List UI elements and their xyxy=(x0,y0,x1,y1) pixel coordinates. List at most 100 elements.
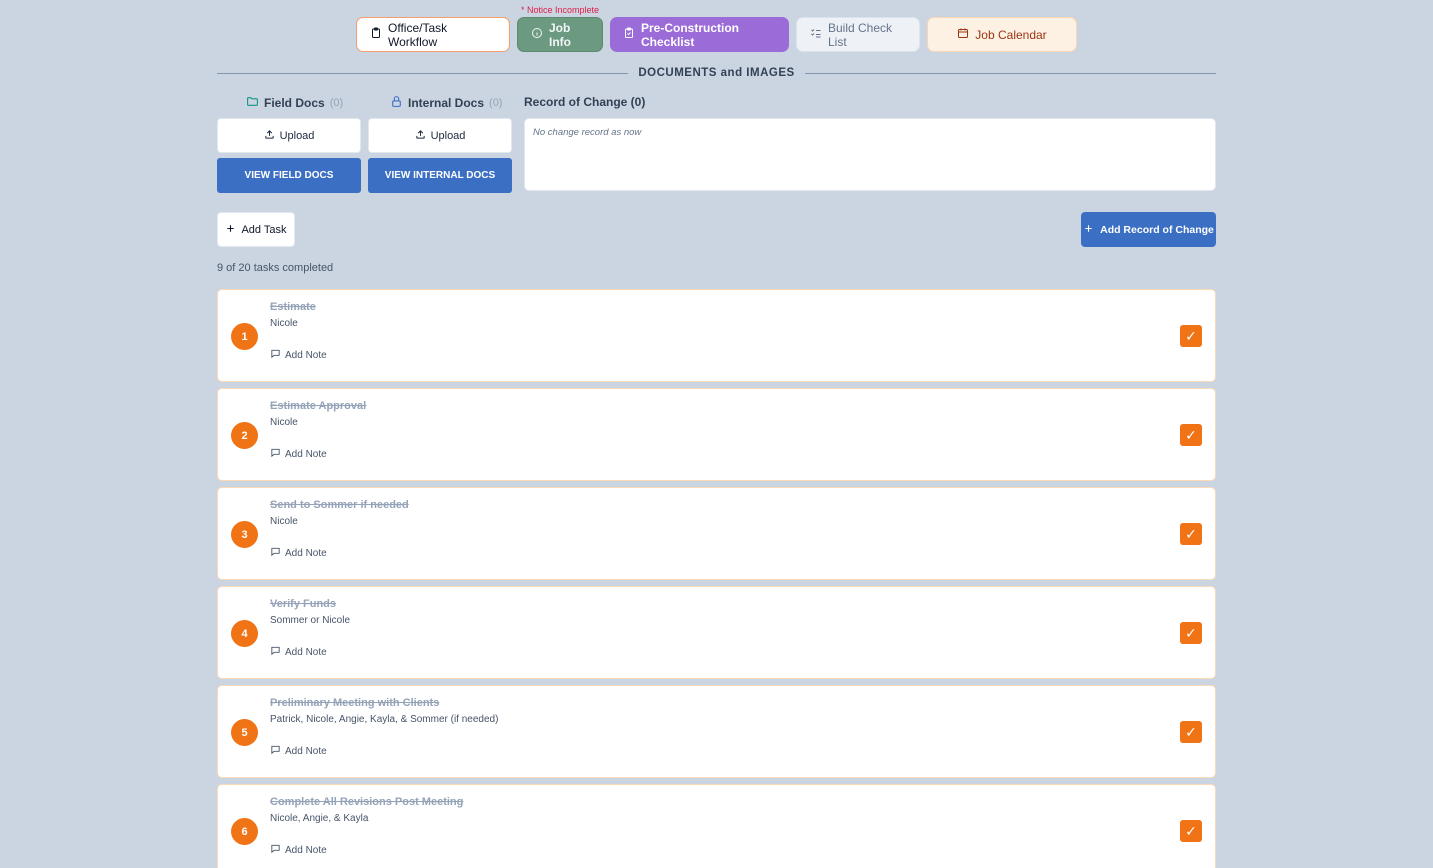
divider-line xyxy=(217,72,629,74)
section-title: DOCUMENTS and IMAGES xyxy=(638,67,795,79)
add-note-button[interactable]: Add Note xyxy=(270,447,327,461)
task-assignee: Nicole xyxy=(270,516,298,527)
add-note-label: Add Note xyxy=(285,844,327,856)
upload-icon xyxy=(415,129,426,143)
field-docs-label: Field Docs xyxy=(264,96,325,110)
tab-job-calendar[interactable]: Job Calendar xyxy=(927,17,1077,52)
comment-icon xyxy=(270,546,281,560)
tab-build-check-list[interactable]: Build Check List xyxy=(796,17,920,52)
task-complete-checkbox[interactable]: ✓ xyxy=(1180,820,1202,842)
field-docs-upload-button[interactable]: Upload xyxy=(217,118,361,153)
task-card: 2 Estimate Approval Nicole Add Note ✓ xyxy=(217,388,1216,481)
record-of-change-box: No change record as now xyxy=(524,118,1216,191)
comment-icon xyxy=(270,843,281,857)
add-task-button[interactable]: Add Task xyxy=(217,212,295,247)
task-assignee: Patrick, Nicole, Angie, Kayla, & Sommer … xyxy=(270,714,499,725)
plus-icon xyxy=(225,223,236,237)
tab-pre-construction-checklist[interactable]: Pre-Construction Checklist xyxy=(610,17,789,52)
task-number-badge: 2 xyxy=(231,422,258,449)
checkmark-icon: ✓ xyxy=(1185,426,1197,443)
tab-label: Office/Task Workflow xyxy=(388,20,448,49)
task-title: Preliminary Meeting with Clients xyxy=(270,697,440,709)
add-record-of-change-button[interactable]: Add Record of Change xyxy=(1081,212,1216,247)
task-assignee: Nicole, Angie, & Kayla xyxy=(270,813,369,824)
add-note-label: Add Note xyxy=(285,745,327,757)
tab-label: Pre-Construction Checklist xyxy=(641,20,740,49)
documents-section-divider: DOCUMENTS and IMAGES xyxy=(217,66,1216,80)
list-checks-icon xyxy=(810,27,822,42)
task-title: Complete All Revisions Post Meeting xyxy=(270,796,464,808)
add-note-label: Add Note xyxy=(285,448,327,460)
task-progress-text: 9 of 20 tasks completed xyxy=(217,262,334,274)
task-number-badge: 4 xyxy=(231,620,258,647)
tab-office-task-workflow[interactable]: Office/Task Workflow xyxy=(356,17,510,52)
task-complete-checkbox[interactable]: ✓ xyxy=(1180,622,1202,644)
checkmark-icon: ✓ xyxy=(1185,822,1197,839)
task-number-badge: 6 xyxy=(231,818,258,845)
tab-job-info[interactable]: Job Info xyxy=(517,17,603,52)
comment-icon xyxy=(270,348,281,362)
clipboard-check-icon xyxy=(623,27,635,42)
tab-label: Build Check List xyxy=(828,20,893,49)
plus-icon xyxy=(1083,223,1094,237)
field-docs-header: Field Docs (0) xyxy=(246,95,343,111)
upload-icon xyxy=(264,129,275,143)
checkmark-icon: ✓ xyxy=(1185,327,1197,344)
internal-docs-upload-button[interactable]: Upload xyxy=(368,118,512,153)
task-card: 6 Complete All Revisions Post Meeting Ni… xyxy=(217,784,1216,868)
internal-docs-count: (0) xyxy=(489,97,503,109)
upload-label: Upload xyxy=(279,129,315,142)
view-internal-docs-button[interactable]: VIEW INTERNAL DOCS xyxy=(368,158,512,193)
add-record-of-change-label: Add Record of Change xyxy=(1100,223,1214,236)
task-complete-checkbox[interactable]: ✓ xyxy=(1180,424,1202,446)
info-icon xyxy=(531,27,543,42)
checkmark-icon: ✓ xyxy=(1185,723,1197,740)
task-card: 4 Verify Funds Sommer or Nicole Add Note… xyxy=(217,586,1216,679)
task-number-badge: 5 xyxy=(231,719,258,746)
add-note-label: Add Note xyxy=(285,349,327,361)
task-title: Send to Sommer if needed xyxy=(270,499,409,511)
checkmark-icon: ✓ xyxy=(1185,624,1197,641)
add-task-label: Add Task xyxy=(241,223,287,236)
notice-incomplete: * Notice Incomplete xyxy=(521,5,600,15)
task-assignee: Nicole xyxy=(270,318,298,329)
task-title: Estimate xyxy=(270,301,316,313)
task-card: 3 Send to Sommer if needed Nicole Add No… xyxy=(217,487,1216,580)
add-note-button[interactable]: Add Note xyxy=(270,645,327,659)
clipboard-icon xyxy=(370,27,382,42)
task-list: 1 Estimate Nicole Add Note ✓ 2 Estimate … xyxy=(217,289,1216,868)
add-note-button[interactable]: Add Note xyxy=(270,843,327,857)
folder-icon xyxy=(246,95,259,111)
task-title: Estimate Approval xyxy=(270,400,367,412)
divider-line xyxy=(804,72,1216,74)
record-of-change-empty: No change record as now xyxy=(533,127,642,138)
comment-icon xyxy=(270,645,281,659)
internal-docs-label: Internal Docs xyxy=(408,96,485,110)
task-number-badge: 1 xyxy=(231,323,258,350)
top-tabs: Office/Task Workflow Job Info Pre-Constr… xyxy=(356,17,1077,52)
internal-docs-header: Internal Docs (0) xyxy=(390,95,502,111)
field-docs-count: (0) xyxy=(329,97,344,109)
comment-icon xyxy=(270,744,281,758)
tab-label: Job Calendar xyxy=(975,27,1047,42)
record-of-change-title: Record of Change (0) xyxy=(524,95,646,109)
task-complete-checkbox[interactable]: ✓ xyxy=(1180,721,1202,743)
view-field-docs-button[interactable]: VIEW FIELD DOCS xyxy=(217,158,361,193)
calendar-icon xyxy=(957,27,969,42)
lock-icon xyxy=(390,95,403,111)
add-note-button[interactable]: Add Note xyxy=(270,546,327,560)
task-assignee: Nicole xyxy=(270,417,298,428)
task-complete-checkbox[interactable]: ✓ xyxy=(1180,523,1202,545)
task-assignee: Sommer or Nicole xyxy=(270,615,351,626)
add-note-button[interactable]: Add Note xyxy=(270,744,327,758)
task-card: 1 Estimate Nicole Add Note ✓ xyxy=(217,289,1216,382)
task-card: 5 Preliminary Meeting with Clients Patri… xyxy=(217,685,1216,778)
tab-label: Job Info xyxy=(549,20,571,49)
add-note-label: Add Note xyxy=(285,646,327,658)
add-note-label: Add Note xyxy=(285,547,327,559)
checkmark-icon: ✓ xyxy=(1185,525,1197,542)
upload-label: Upload xyxy=(430,129,466,142)
add-note-button[interactable]: Add Note xyxy=(270,348,327,362)
comment-icon xyxy=(270,447,281,461)
task-complete-checkbox[interactable]: ✓ xyxy=(1180,325,1202,347)
